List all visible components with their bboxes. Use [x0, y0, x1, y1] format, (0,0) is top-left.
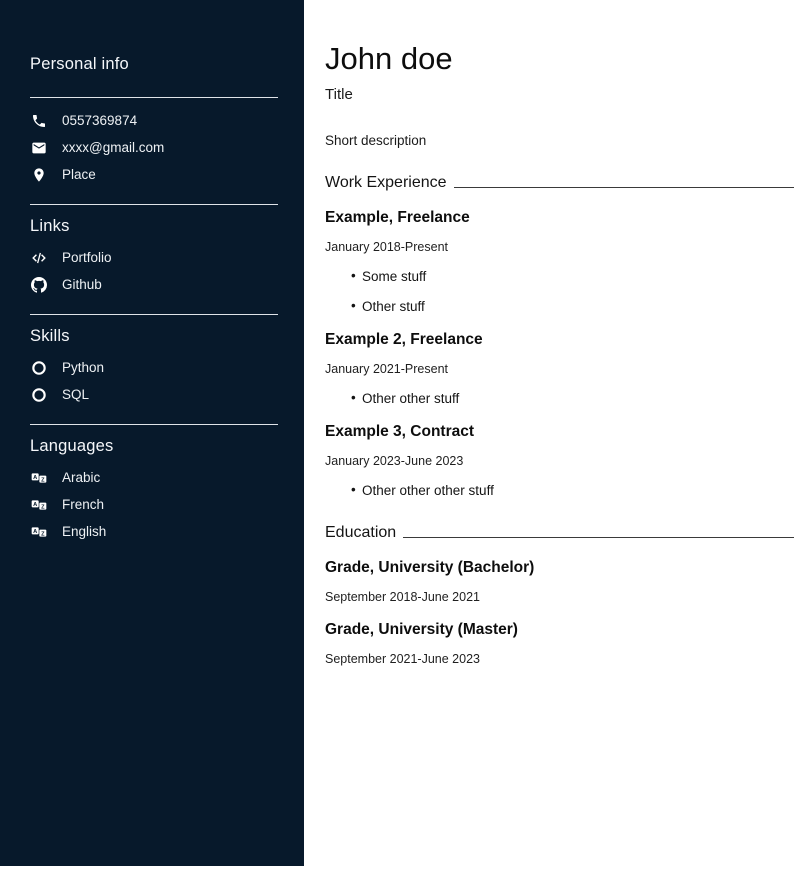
education-heading-label: Education: [325, 524, 396, 542]
email-icon: [30, 139, 47, 156]
section-divider: [30, 424, 278, 425]
resume-page: { "theme": { "sidebar_bg": "#07192b", "s…: [0, 0, 794, 869]
github-label: Github: [62, 277, 102, 292]
section-divider: [30, 314, 278, 315]
language-label: French: [62, 497, 104, 512]
work-entry-bullet: Other stuff: [325, 299, 794, 314]
languages-section: Languages AZ Arabic AZ French AZ English: [30, 424, 278, 545]
education-entry: Grade, University (Bachelor) September 2…: [325, 559, 794, 604]
links-heading: Links: [30, 217, 278, 236]
work-entry: Example, Freelance January 2018-Present …: [325, 209, 794, 314]
skill-label: SQL: [62, 387, 89, 402]
skill-item: SQL: [30, 381, 278, 408]
skills-heading: Skills: [30, 327, 278, 346]
work-entry-title: Example, Freelance: [325, 209, 794, 227]
svg-text:A: A: [33, 528, 37, 534]
sidebar: Personal info 0557369874 xxxx@gmail.com …: [0, 0, 304, 866]
svg-text:A: A: [33, 501, 37, 507]
links-section: Links Portfolio Github: [30, 204, 278, 298]
svg-text:A: A: [33, 474, 37, 480]
heading-rule: [403, 537, 794, 538]
location-icon: [30, 166, 47, 183]
skill-label: Python: [62, 360, 104, 375]
work-experience-heading-label: Work Experience: [325, 174, 447, 192]
language-label: Arabic: [62, 470, 100, 485]
work-entry: Example 2, Freelance January 2021-Presen…: [325, 331, 794, 406]
person-name: John doe: [325, 42, 794, 76]
education-entry-title: Grade, University (Bachelor): [325, 559, 794, 577]
work-entry-date: January 2018-Present: [325, 240, 794, 254]
languages-heading: Languages: [30, 437, 278, 456]
portfolio-link[interactable]: Portfolio: [30, 244, 278, 271]
phone-icon: [30, 112, 47, 129]
translate-icon: AZ: [30, 523, 47, 540]
circle-icon: [30, 359, 47, 376]
language-item: AZ French: [30, 491, 278, 518]
work-entry-bullet: Other other other stuff: [325, 483, 794, 498]
work-entry-bullet: Some stuff: [325, 269, 794, 284]
svg-text:Z: Z: [41, 477, 45, 483]
education-entry: Grade, University (Master) September 202…: [325, 621, 794, 666]
resume-body: John doe Title Short description Work Ex…: [304, 0, 794, 869]
code-icon: [30, 249, 47, 266]
personal-info-heading: Personal info: [30, 55, 278, 74]
education-entry-date: September 2018-June 2021: [325, 590, 794, 604]
personal-info-section: Personal info 0557369874 xxxx@gmail.com …: [30, 55, 278, 188]
work-entry-title: Example 2, Freelance: [325, 331, 794, 349]
translate-icon: AZ: [30, 469, 47, 486]
language-label: English: [62, 524, 106, 539]
person-title: Title: [325, 86, 794, 103]
language-item: AZ English: [30, 518, 278, 545]
work-entry-title: Example 3, Contract: [325, 423, 794, 441]
phone-number: 0557369874: [62, 113, 137, 128]
work-entry-date: January 2023-June 2023: [325, 454, 794, 468]
section-divider: [30, 97, 278, 98]
work-entry-bullet: Other other stuff: [325, 391, 794, 406]
work-entry: Example 3, Contract January 2023-June 20…: [325, 423, 794, 498]
svg-text:Z: Z: [41, 531, 45, 537]
phone-item: 0557369874: [30, 107, 278, 134]
work-entry-date: January 2021-Present: [325, 362, 794, 376]
email-item: xxxx@gmail.com: [30, 134, 278, 161]
skills-section: Skills Python SQL: [30, 314, 278, 408]
circle-icon: [30, 386, 47, 403]
education-heading: Education: [325, 524, 794, 542]
heading-rule: [454, 187, 794, 188]
translate-icon: AZ: [30, 496, 47, 513]
work-experience-heading: Work Experience: [325, 174, 794, 192]
education-entry-date: September 2021-June 2023: [325, 652, 794, 666]
svg-text:Z: Z: [41, 504, 45, 510]
github-link[interactable]: Github: [30, 271, 278, 298]
github-icon: [30, 276, 47, 293]
email-address: xxxx@gmail.com: [62, 140, 164, 155]
language-item: AZ Arabic: [30, 464, 278, 491]
short-description: Short description: [325, 133, 794, 148]
location-label: Place: [62, 167, 96, 182]
section-divider: [30, 204, 278, 205]
education-entry-title: Grade, University (Master): [325, 621, 794, 639]
location-item: Place: [30, 161, 278, 188]
skill-item: Python: [30, 354, 278, 381]
portfolio-label: Portfolio: [62, 250, 112, 265]
